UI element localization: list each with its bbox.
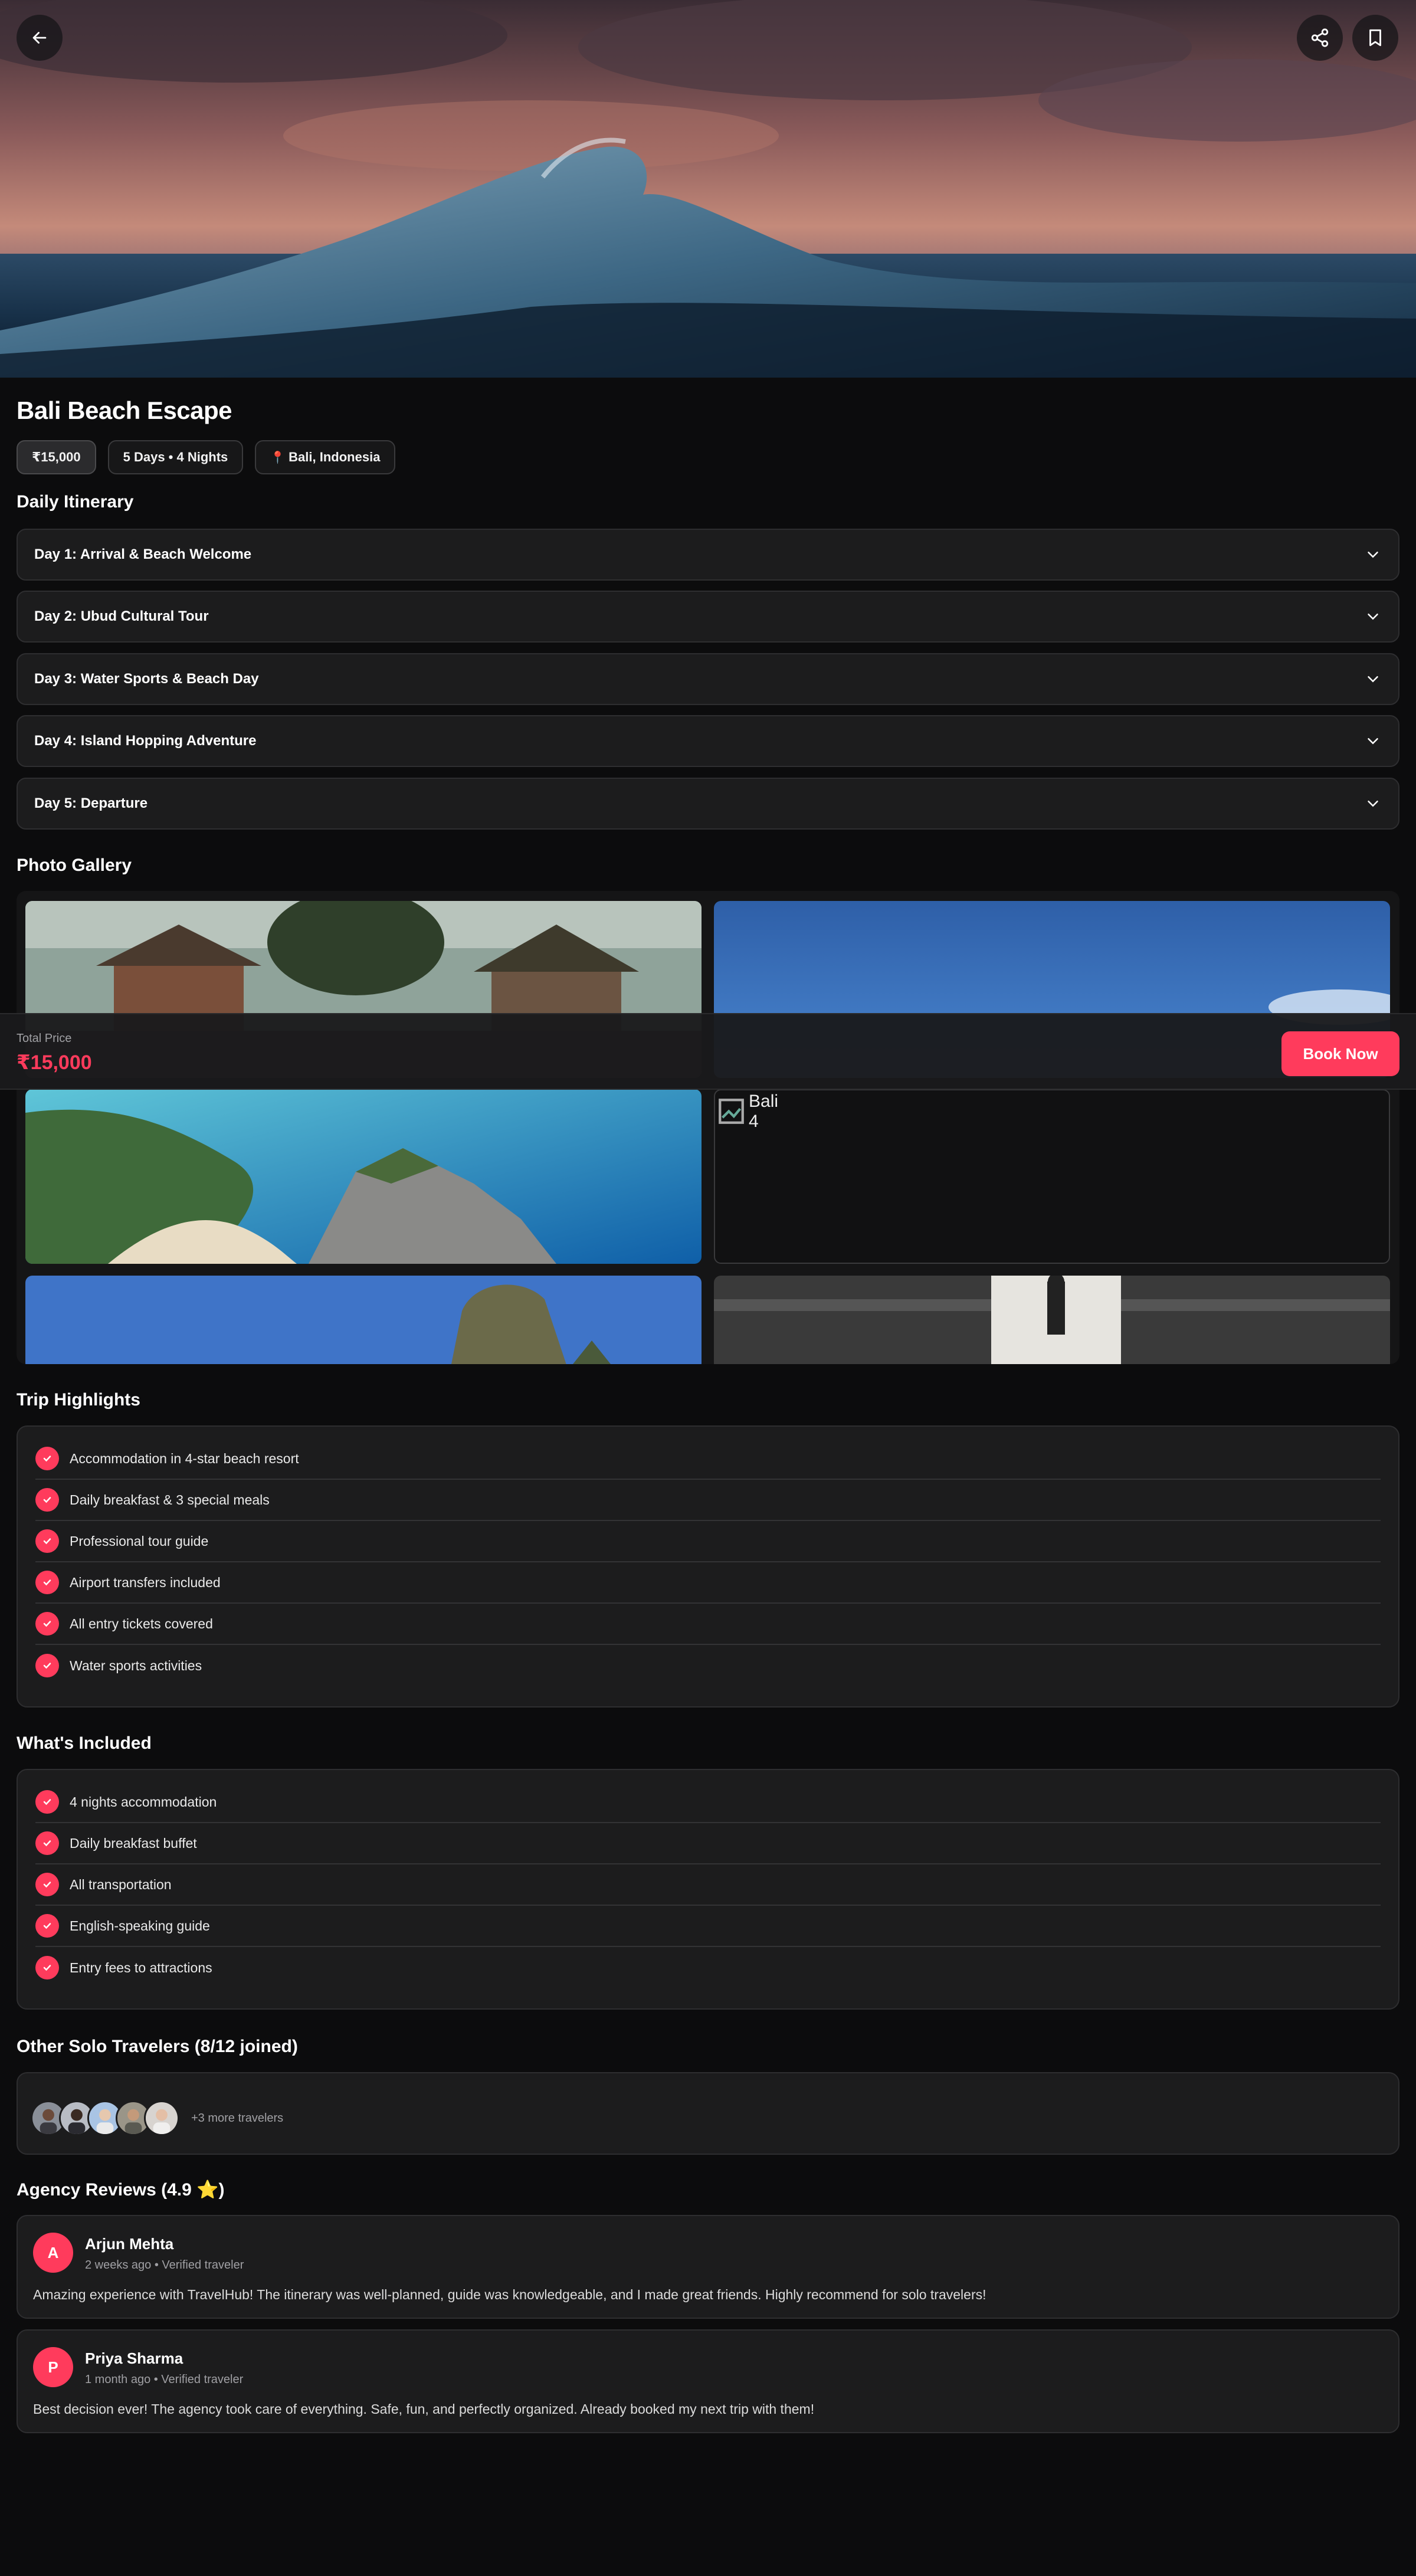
check-icon — [35, 1873, 59, 1896]
reviewer-avatar: P — [33, 2347, 73, 2387]
included-label: English-speaking guide — [70, 1918, 210, 1933]
review-text: Best decision ever! The agency took care… — [33, 2401, 815, 2417]
total-price-value: ₹15,000 — [17, 1051, 92, 1074]
included-label: All transportation — [70, 1876, 172, 1892]
check-icon — [35, 1654, 59, 1677]
check-icon — [35, 1529, 59, 1553]
highlight-item: Accommodation in 4-star beach resort — [35, 1438, 1381, 1480]
included-item: Entry fees to attractions — [35, 1947, 1381, 1988]
review-meta: 2 weeks ago • Verified traveler — [85, 2259, 244, 2272]
highlight-label: Airport transfers included — [70, 1574, 221, 1590]
check-icon — [35, 1447, 59, 1470]
location-label: Bali, Indonesia — [289, 450, 381, 464]
more-travelers-label: +3 more travelers — [191, 2111, 284, 2125]
included-label: Daily breakfast buffet — [70, 1835, 197, 1851]
location-chip: 📍 Bali, Indonesia — [255, 440, 396, 474]
gallery-title: Photo Gallery — [17, 856, 132, 875]
check-icon — [35, 1790, 59, 1814]
broken-image-label: Bali 4 — [717, 1092, 778, 1132]
highlight-item: Professional tour guide — [35, 1521, 1381, 1562]
review-card: A Arjun Mehta 2 weeks ago • Verified tra… — [17, 2215, 1399, 2319]
sticky-price-bar: Total Price ₹15,000 Book Now — [0, 1013, 1416, 1090]
bookmark-button[interactable] — [1352, 15, 1398, 61]
itinerary-day-4[interactable]: Day 4: Island Hopping Adventure — [17, 715, 1399, 767]
included-title: What's Included — [17, 1733, 152, 1753]
highlight-label: All entry tickets covered — [70, 1615, 213, 1631]
itinerary-day-2[interactable]: Day 2: Ubud Cultural Tour — [17, 591, 1399, 643]
price-chip: ₹15,000 — [17, 440, 96, 474]
avatar — [144, 2100, 179, 2136]
itinerary-day-1[interactable]: Day 1: Arrival & Beach Welcome — [17, 529, 1399, 581]
included-label: Entry fees to attractions — [70, 1959, 212, 1975]
highlight-label: Water sports activities — [70, 1657, 202, 1673]
share-button[interactable] — [1297, 15, 1343, 61]
gallery-photo-6[interactable] — [714, 1276, 1390, 1364]
review-card: P Priya Sharma 1 month ago • Verified tr… — [17, 2329, 1399, 2433]
trip-title: Bali Beach Escape — [17, 396, 232, 424]
itinerary-day-5[interactable]: Day 5: Departure — [17, 778, 1399, 830]
broken-image-alt: Bali 4 — [749, 1092, 779, 1131]
included-item: 4 nights accommodation — [35, 1782, 1381, 1823]
day-label: Day 1: Arrival & Beach Welcome — [34, 546, 252, 562]
included-card: 4 nights accommodation Daily breakfast b… — [17, 1769, 1399, 2010]
chevron-down-icon — [1368, 801, 1378, 807]
check-icon — [35, 1914, 59, 1938]
gallery-photo-4[interactable]: Bali 4 — [714, 1089, 1390, 1264]
day-label: Day 3: Water Sports & Beach Day — [34, 671, 259, 687]
highlight-label: Accommodation in 4-star beach resort — [70, 1450, 299, 1466]
check-icon — [35, 1571, 59, 1594]
included-item: English-speaking guide — [35, 1906, 1381, 1947]
travelers-card[interactable]: +3 more travelers — [17, 2072, 1399, 2155]
reviews-title: Agency Reviews (4.9 ⭐) — [17, 2180, 225, 2200]
check-icon — [35, 1956, 59, 1979]
travelers-title: Other Solo Travelers (8/12 joined) — [17, 2037, 298, 2056]
highlight-item: All entry tickets covered — [35, 1604, 1381, 1645]
trip-chips: ₹15,000 5 Days • 4 Nights 📍 Bali, Indone… — [17, 440, 396, 474]
itinerary-title: Daily Itinerary — [17, 492, 134, 512]
gallery-photo-3[interactable] — [25, 1089, 702, 1264]
duration-chip: 5 Days • 4 Nights — [107, 440, 244, 474]
included-item: Daily breakfast buffet — [35, 1823, 1381, 1864]
highlights-card: Accommodation in 4-star beach resort Dai… — [17, 1425, 1399, 1707]
chevron-down-icon — [1368, 552, 1378, 558]
check-icon — [35, 1488, 59, 1512]
traveler-avatars: +3 more travelers — [31, 2100, 283, 2136]
reviewer-name: Priya Sharma — [85, 2349, 183, 2367]
total-price-label: Total Price — [17, 1032, 72, 1045]
reviewer-name: Arjun Mehta — [85, 2235, 174, 2253]
gallery-photo-5[interactable] — [25, 1276, 702, 1364]
review-meta: 1 month ago • Verified traveler — [85, 2373, 244, 2386]
chevron-down-icon — [1368, 614, 1378, 620]
arrow-left-icon — [32, 32, 47, 44]
broken-image-icon — [719, 1099, 744, 1125]
included-item: All transportation — [35, 1864, 1381, 1906]
highlight-item: Daily breakfast & 3 special meals — [35, 1480, 1381, 1521]
day-label: Day 2: Ubud Cultural Tour — [34, 608, 209, 624]
chevron-down-icon — [1368, 676, 1378, 683]
bookmark-icon — [1369, 29, 1381, 47]
highlight-item: Water sports activities — [35, 1645, 1381, 1686]
day-label: Day 4: Island Hopping Adventure — [34, 733, 257, 749]
reviewer-avatar: A — [33, 2233, 73, 2273]
highlight-label: Professional tour guide — [70, 1533, 209, 1549]
check-icon — [35, 1612, 59, 1636]
included-label: 4 nights accommodation — [70, 1794, 217, 1810]
share-icon — [1311, 28, 1329, 47]
check-icon — [35, 1831, 59, 1855]
highlights-title: Trip Highlights — [17, 1390, 140, 1410]
chevron-down-icon — [1368, 738, 1378, 745]
hero-image — [0, 0, 1416, 378]
review-text: Amazing experience with TravelHub! The i… — [33, 2287, 986, 2302]
book-now-button[interactable]: Book Now — [1281, 1031, 1399, 1076]
day-label: Day 5: Departure — [34, 795, 148, 811]
highlight-label: Daily breakfast & 3 special meals — [70, 1492, 270, 1507]
back-button[interactable] — [17, 15, 63, 61]
highlight-item: Airport transfers included — [35, 1562, 1381, 1604]
map-pin-icon: 📍 — [270, 451, 286, 464]
itinerary-day-3[interactable]: Day 3: Water Sports & Beach Day — [17, 653, 1399, 705]
photo-gallery[interactable]: Bali 4 — [17, 891, 1399, 1364]
